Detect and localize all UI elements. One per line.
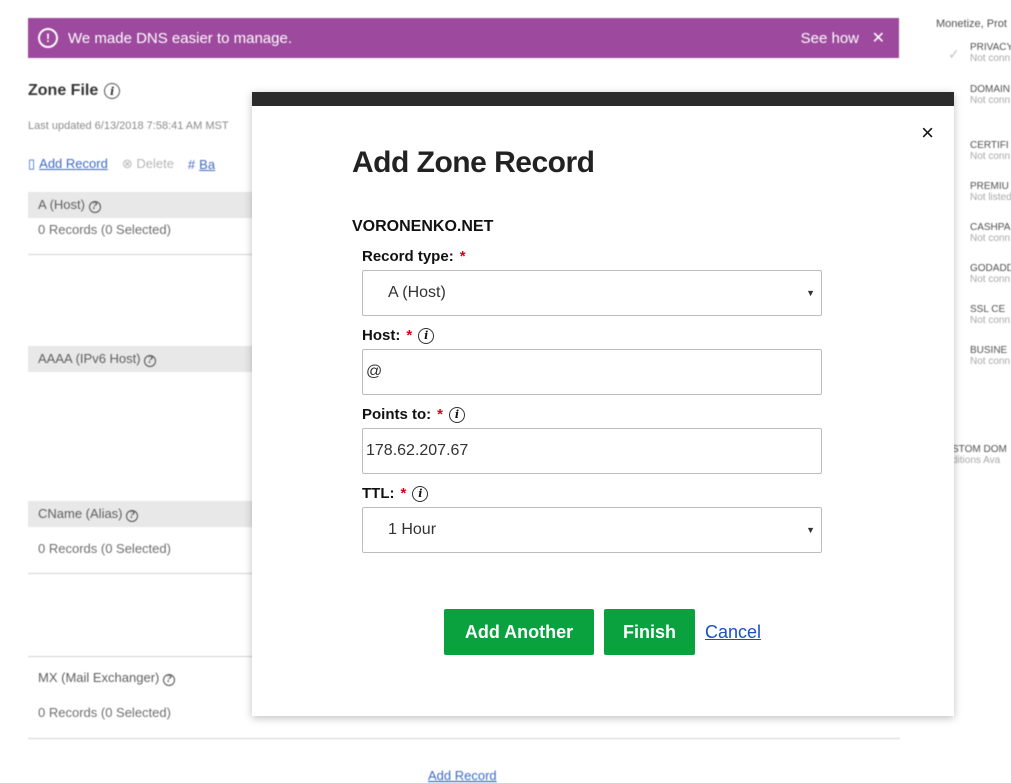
points-to-value: 178.62.207.67 bbox=[366, 442, 469, 459]
required-marker: * bbox=[400, 485, 407, 502]
close-icon[interactable]: × bbox=[921, 122, 934, 144]
cancel-link[interactable]: Cancel bbox=[705, 622, 761, 643]
points-to-label: Points to: * i bbox=[362, 406, 465, 423]
ttl-label: TTL: * i bbox=[362, 485, 429, 502]
domain-name: VORONENKO.NET bbox=[352, 218, 494, 235]
modal-title: Add Zone Record bbox=[352, 146, 595, 179]
points-to-input[interactable]: 178.62.207.67 bbox=[362, 428, 822, 474]
host-label-text: Host: bbox=[362, 327, 401, 344]
record-type-label-text: Record type: bbox=[362, 248, 454, 265]
add-another-button[interactable]: Add Another bbox=[444, 609, 594, 655]
ttl-label-text: TTL: bbox=[362, 485, 395, 502]
record-type-select[interactable]: A (Host) ▼ bbox=[362, 270, 822, 316]
host-value: @ bbox=[366, 363, 383, 380]
required-marker: * bbox=[437, 406, 443, 423]
info-icon[interactable]: i bbox=[449, 406, 465, 423]
finish-button[interactable]: Finish bbox=[604, 609, 695, 655]
info-icon[interactable]: i bbox=[418, 327, 435, 344]
add-zone-record-modal: × Add Zone Record VORONENKO.NET Record t… bbox=[252, 92, 954, 716]
ttl-select[interactable]: 1 Hour ▼ bbox=[362, 507, 822, 553]
record-type-label: Record type: * bbox=[362, 248, 466, 265]
chevron-down-icon: ▼ bbox=[806, 525, 815, 535]
chevron-down-icon: ▼ bbox=[806, 288, 815, 298]
host-label: Host: * i bbox=[362, 327, 435, 344]
info-icon[interactable]: i bbox=[412, 485, 429, 502]
required-marker: * bbox=[406, 327, 413, 344]
ttl-value: 1 Hour bbox=[388, 521, 437, 538]
record-type-value: A (Host) bbox=[388, 284, 446, 301]
host-input[interactable]: @ bbox=[362, 349, 822, 395]
points-to-label-text: Points to: bbox=[362, 406, 432, 423]
required-marker: * bbox=[459, 248, 466, 265]
